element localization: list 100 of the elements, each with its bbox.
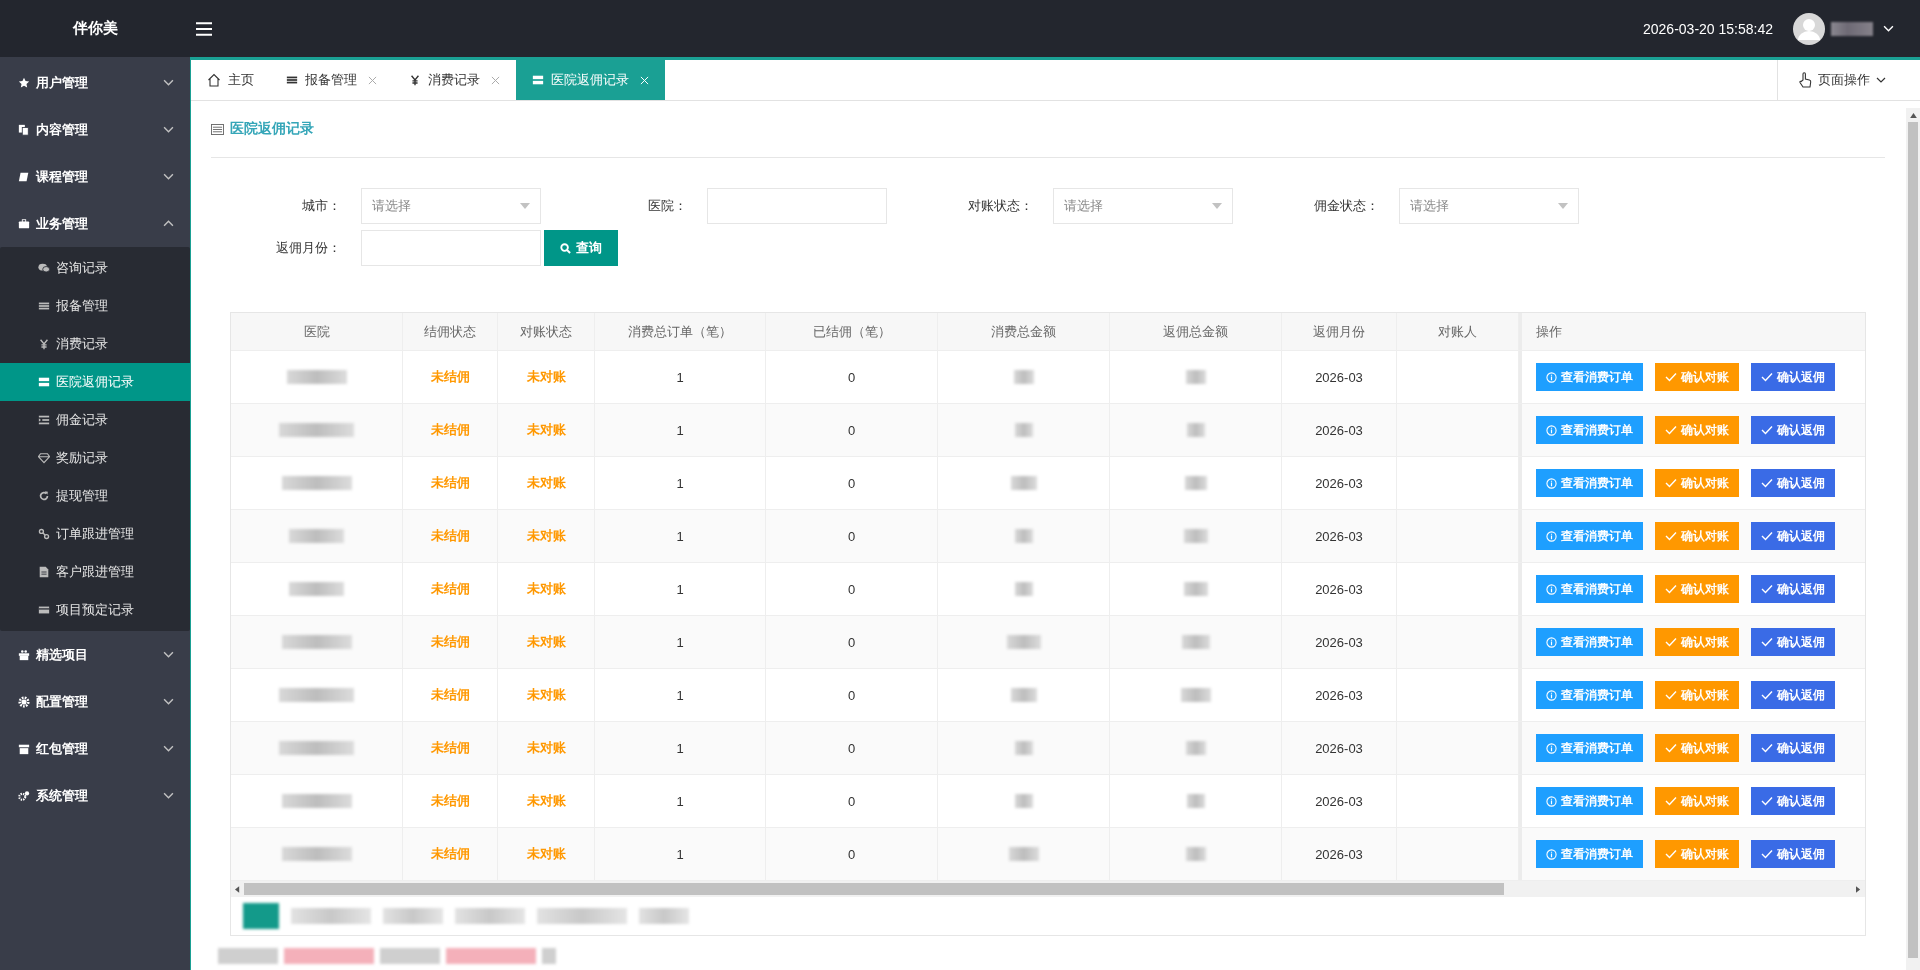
file-icon <box>38 566 50 578</box>
table-cell: 2026-03 <box>1315 846 1363 862</box>
confirm-button[interactable]: 确认返佣 <box>1751 734 1835 762</box>
tab[interactable]: 报备管理 <box>270 60 393 100</box>
confirm-button[interactable]: 确认返佣 <box>1751 840 1835 868</box>
book-icon <box>18 170 30 183</box>
status-text: 未对账 <box>526 421 566 439</box>
confirm-button[interactable]: 确认返佣 <box>1751 628 1835 656</box>
table-cell: 2026-03 <box>1315 740 1363 756</box>
logo: 伴你美 <box>71 19 119 38</box>
sidebar-item[interactable]: 项目预定记录 <box>0 591 190 629</box>
view-orders-button[interactable]: 查看消费订单 <box>1536 734 1643 762</box>
chevron-down-icon[interactable] <box>1883 25 1894 32</box>
sidebar-item[interactable]: 提现管理 <box>0 477 190 515</box>
input-field[interactable] <box>361 230 541 266</box>
redacted-text <box>1008 847 1039 861</box>
dropdown-arrow-icon <box>520 203 530 209</box>
sidebar-group[interactable]: 用户管理 <box>0 59 190 106</box>
redacted-text <box>1184 476 1207 490</box>
sidebar-group[interactable]: 内容管理 <box>0 106 190 153</box>
redacted-text <box>1185 847 1206 861</box>
sidebar-item[interactable]: 客户跟进管理 <box>0 553 190 591</box>
list-icon <box>286 74 298 86</box>
view-orders-button[interactable]: 查看消费订单 <box>1536 681 1643 709</box>
column-header: 返佣总金额 <box>1110 313 1282 350</box>
select-field[interactable]: 请选择 <box>361 188 541 224</box>
status-text: 未结佣 <box>430 580 470 598</box>
column-header: 返佣月份 <box>1282 313 1397 350</box>
select-field[interactable]: 请选择 <box>1399 188 1579 224</box>
sidebar-group[interactable]: 精选项目 <box>0 631 190 678</box>
vertical-scrollbar[interactable] <box>1906 108 1920 970</box>
sidebar-item[interactable]: 奖励记录 <box>0 439 190 477</box>
sidebar-group[interactable]: 系统管理 <box>0 772 190 819</box>
confirm-button[interactable]: 确认返佣 <box>1751 787 1835 815</box>
view-orders-button[interactable]: 查看消费订单 <box>1536 363 1643 391</box>
column-header: 已结佣（笔） <box>766 313 938 350</box>
close-icon[interactable] <box>368 75 377 85</box>
view-orders-button[interactable]: 查看消费订单 <box>1536 628 1643 656</box>
info-icon <box>1546 583 1557 595</box>
status-text: 未对账 <box>526 580 566 598</box>
check-icon <box>1665 743 1677 753</box>
redacted-text <box>1010 476 1037 490</box>
confirm-button[interactable]: 确认返佣 <box>1751 363 1835 391</box>
status-text: 未结佣 <box>430 421 470 439</box>
home-icon <box>207 73 221 87</box>
redacted-text <box>1185 741 1206 755</box>
view-orders-button[interactable]: 查看消费订单 <box>1536 469 1643 497</box>
redacted-text <box>1014 582 1033 596</box>
status-text: 未结佣 <box>430 686 470 704</box>
check-icon <box>1761 796 1773 806</box>
table-cell: 0 <box>847 581 856 597</box>
arrow-right-icon[interactable] <box>1856 885 1861 893</box>
card-icon <box>211 123 224 135</box>
view-orders-button[interactable]: 查看消费订单 <box>1536 416 1643 444</box>
sidebar-group[interactable]: 配置管理 <box>0 678 190 725</box>
check-icon <box>1761 690 1773 700</box>
sidebar-group[interactable]: 课程管理 <box>0 153 190 200</box>
confirm-button[interactable]: 确认返佣 <box>1751 575 1835 603</box>
table-cell: 1 <box>676 687 684 703</box>
confirm-button[interactable]: 确认返佣 <box>1751 469 1835 497</box>
sidebar-item[interactable]: 报备管理 <box>0 287 190 325</box>
sidebar-item[interactable]: 消费记录 <box>0 325 190 363</box>
confirm-button[interactable]: 确认返佣 <box>1751 522 1835 550</box>
select-field[interactable]: 请选择 <box>1053 188 1233 224</box>
avatar-icon[interactable] <box>1793 12 1825 45</box>
view-orders-button[interactable]: 查看消费订单 <box>1536 787 1643 815</box>
view-orders-button[interactable]: 查看消费订单 <box>1536 840 1643 868</box>
tab[interactable]: 主页 <box>191 60 270 100</box>
sidebar-item[interactable]: 佣金记录 <box>0 401 190 439</box>
check-icon <box>1665 796 1677 806</box>
sidebar-group[interactable]: 红包管理 <box>0 725 190 772</box>
chat-icon <box>38 262 50 274</box>
card-icon <box>38 604 50 616</box>
search-button[interactable]: 查询 <box>544 230 618 266</box>
confirm-button[interactable]: 确认返佣 <box>1751 416 1835 444</box>
hand-pointer-icon <box>1798 72 1812 88</box>
sidebar-item[interactable]: 订单跟进管理 <box>0 515 190 553</box>
view-orders-button[interactable]: 查看消费订单 <box>1536 575 1643 603</box>
redacted-text <box>1013 370 1034 384</box>
horizontal-scrollbar[interactable] <box>231 881 1865 897</box>
column-header: 对账状态 <box>498 313 595 350</box>
arrow-left-icon[interactable] <box>235 885 240 893</box>
tab[interactable]: 消费记录 <box>393 60 516 100</box>
sidebar-item[interactable]: 咨询记录 <box>0 249 190 287</box>
sidebar-group[interactable]: 业务管理 <box>0 200 190 247</box>
arrow-up-icon[interactable] <box>1909 113 1917 118</box>
view-orders-button[interactable]: 查看消费订单 <box>1536 522 1643 550</box>
table-cell: 1 <box>676 422 684 438</box>
input-field[interactable] <box>707 188 887 224</box>
menu-icon[interactable] <box>196 21 212 36</box>
close-icon[interactable] <box>491 75 500 85</box>
confirm-button[interactable]: 确认返佣 <box>1751 681 1835 709</box>
box-icon <box>18 742 30 755</box>
server-icon <box>38 376 50 388</box>
check-icon <box>1665 372 1677 382</box>
table-cell: 1 <box>676 581 684 597</box>
table-cell: 1 <box>676 528 684 544</box>
tab[interactable]: 医院返佣记录 <box>516 60 665 100</box>
check-icon <box>1665 478 1677 488</box>
sidebar-item[interactable]: 医院返佣记录 <box>0 363 190 401</box>
